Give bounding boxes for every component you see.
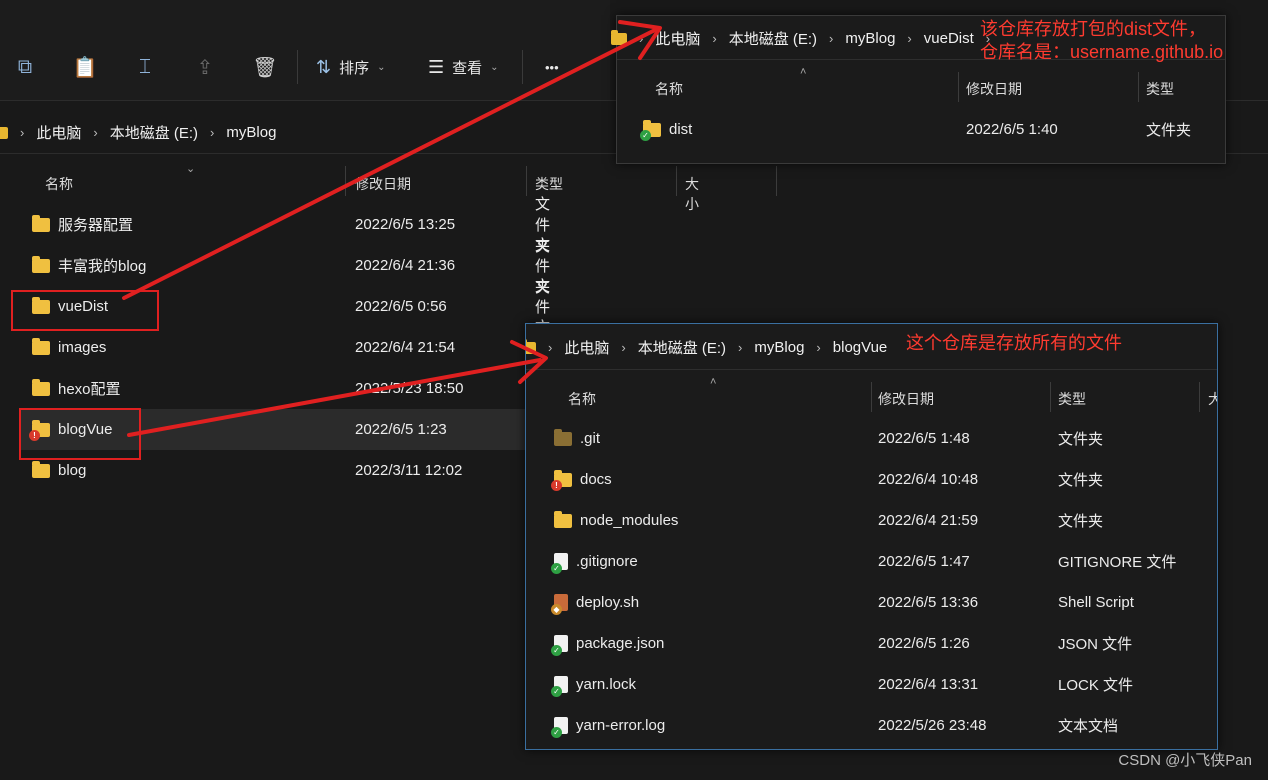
annotation-arrows xyxy=(122,20,662,437)
arrow-to-blogvue-window xyxy=(127,358,542,437)
arrow-to-vuedist-window xyxy=(122,28,657,300)
arrow-head xyxy=(618,20,662,60)
watermark: CSDN @小飞侠Pan xyxy=(1118,752,1252,769)
